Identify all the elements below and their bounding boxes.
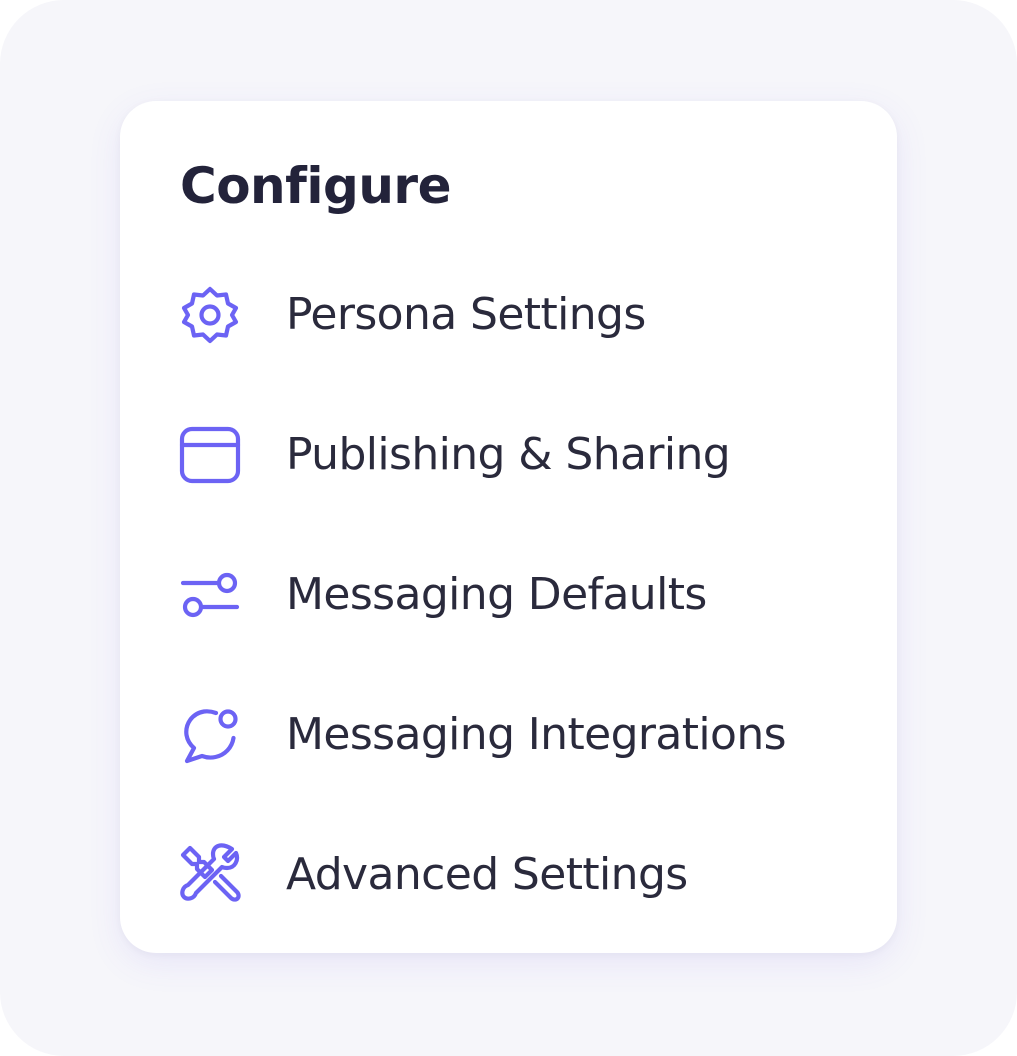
configure-panel: Configure Persona Settings Publishing & … [120, 101, 897, 953]
menu-item-label: Publishing & Sharing [286, 429, 731, 480]
page-background: Configure Persona Settings Publishing & … [0, 0, 1017, 1056]
browser-window-icon [178, 413, 254, 497]
configure-menu: Persona Settings Publishing & Sharing Me… [178, 273, 888, 917]
tools-icon [178, 833, 254, 917]
chat-notification-icon [178, 693, 254, 777]
menu-item-publishing-sharing[interactable]: Publishing & Sharing [178, 413, 888, 497]
menu-item-persona-settings[interactable]: Persona Settings [178, 273, 888, 357]
menu-item-advanced-settings[interactable]: Advanced Settings [178, 833, 888, 917]
menu-item-label: Persona Settings [286, 289, 646, 340]
menu-item-messaging-integrations[interactable]: Messaging Integrations [178, 693, 888, 777]
menu-item-label: Advanced Settings [286, 849, 688, 900]
menu-item-messaging-defaults[interactable]: Messaging Defaults [178, 553, 888, 637]
sliders-icon [178, 553, 254, 637]
menu-item-label: Messaging Defaults [286, 569, 707, 620]
gear-icon [178, 273, 254, 357]
panel-title: Configure [180, 157, 452, 215]
menu-item-label: Messaging Integrations [286, 709, 787, 760]
